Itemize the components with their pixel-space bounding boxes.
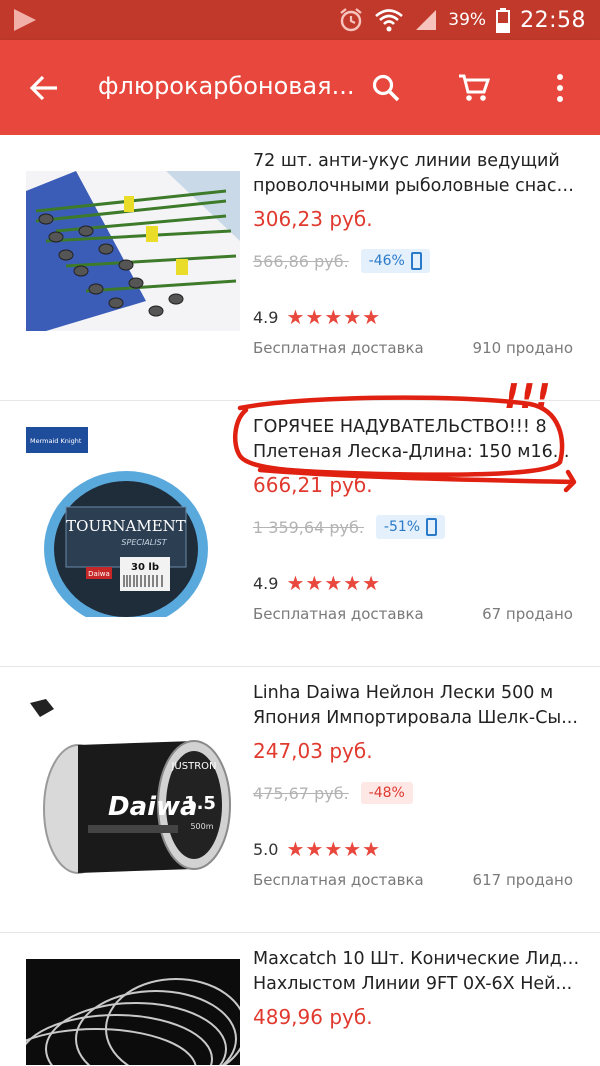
shipping-row: Бесплатная доставка 67 продано	[253, 605, 573, 623]
title-line: Плетеная Леска-Длина: 150 м16...	[253, 442, 570, 462]
phone-icon	[410, 252, 422, 270]
discount-percent: -51%	[383, 519, 421, 535]
status-icons: 39% 22:58	[338, 0, 586, 40]
play-store-notification-icon	[14, 9, 36, 31]
product-card[interactable]: Mermaid Knight TOURNAMENT SPECIALIST 30 …	[0, 401, 600, 667]
brand-logo-text: Mermaid Knight	[30, 437, 82, 445]
product-price: 666,21 руб.	[253, 473, 373, 497]
title-line: ГОРЯЧЕЕ НАДУВАТЕЛЬСТВО!!! 8	[253, 417, 547, 437]
discount-percent: -46%	[368, 253, 405, 269]
stars-icon: ★★★★★	[286, 571, 382, 595]
rating-row: 4.9 ★★★★★	[253, 571, 583, 595]
product-info: Maxcatch 10 Шт. Конические Лидер Нахлыст…	[253, 947, 583, 1033]
free-shipping-label: Бесплатная доставка	[253, 339, 424, 357]
old-price: 475,67 руб.	[253, 783, 349, 803]
rating-row: 4.9 ★★★★★	[253, 305, 583, 329]
overflow-menu-button[interactable]	[536, 64, 584, 112]
wifi-icon	[375, 9, 404, 32]
rating-value: 4.9	[253, 307, 279, 327]
stars-icon: ★★★★★	[286, 305, 382, 329]
battery-icon	[496, 8, 511, 33]
search-icon	[372, 74, 400, 102]
status-bar: 39% 22:58	[0, 0, 600, 40]
sold-count: 67 продано	[482, 605, 573, 623]
product-price: 306,23 руб.	[253, 207, 373, 231]
more-vertical-icon	[557, 74, 563, 102]
shipping-row: Бесплатная доставка 910 продано	[253, 339, 573, 357]
product-card[interactable]: Maxcatch 10 Шт. Конические Лидер Нахлыст…	[0, 933, 600, 1065]
product-price: 489,96 руб.	[253, 1005, 373, 1029]
spool-maker-text: Daiwa	[88, 570, 110, 578]
title-line: Maxcatch 10 Шт. Конические Лидер	[253, 949, 583, 969]
spool-lb-text: 30 lb	[131, 562, 159, 573]
product-title[interactable]: ГОРЯЧЕЕ НАДУВАТЕЛЬСТВО!!! 8 Плетеная Лес…	[253, 415, 583, 465]
phone-icon	[426, 518, 438, 536]
sold-count: 617 продано	[472, 871, 573, 889]
title-line: проволочными рыболовные снаст...	[253, 176, 583, 196]
product-title[interactable]: Linha Daiwa Нейлон Лески 500 м Япония Им…	[253, 681, 583, 731]
stars-icon: ★★★★★	[286, 837, 382, 861]
spool-sub-text: SPECIALIST	[121, 538, 167, 547]
product-title[interactable]: Maxcatch 10 Шт. Конические Лидер Нахлыст…	[253, 947, 583, 997]
free-shipping-label: Бесплатная доставка	[253, 605, 424, 623]
sold-count: 910 продано	[472, 339, 573, 357]
rating-value: 4.9	[253, 573, 279, 593]
old-price-row: 475,67 руб. -48%	[253, 779, 583, 807]
product-title[interactable]: 72 шт. анти-укус линии ведущий проволочн…	[253, 149, 583, 199]
shipping-row: Бесплатная доставка 617 продано	[253, 871, 573, 889]
product-info: Linha Daiwa Нейлон Лески 500 м Япония Им…	[253, 681, 583, 889]
battery-percent: 39%	[448, 10, 487, 30]
product-image-braided-line[interactable]: Mermaid Knight TOURNAMENT SPECIALIST 30 …	[26, 427, 240, 617]
product-image-tapered-leaders[interactable]	[26, 959, 240, 1065]
rating-row: 5.0 ★★★★★	[253, 837, 583, 861]
product-card[interactable]: Daiwa JUSTRON 1.5 500m Linha Daiwa Нейло…	[0, 667, 600, 933]
search-query[interactable]: флюрокарбоновая...	[98, 72, 354, 100]
arrow-left-icon	[29, 75, 57, 101]
cart-button[interactable]	[450, 64, 498, 112]
search-button[interactable]	[362, 64, 410, 112]
app-bar: флюрокарбоновая...	[0, 40, 600, 135]
alarm-icon	[340, 8, 363, 32]
title-line: Нахлыстом Линии 9FT 0X-6X Ней...	[253, 974, 573, 994]
old-price-row: 566,86 руб. -46%	[253, 247, 583, 275]
spool-brand-text: TOURNAMENT	[66, 517, 186, 535]
discount-badge: -48%	[360, 782, 413, 804]
old-price-row: 1 359,64 руб. -51%	[253, 513, 583, 541]
product-info: ГОРЯЧЕЕ НАДУВАТЕЛЬСТВО!!! 8 Плетеная Лес…	[253, 415, 583, 623]
title-line: 72 шт. анти-укус линии ведущий	[253, 151, 560, 171]
cart-icon	[459, 74, 490, 101]
spool-length-text: 500m	[190, 822, 213, 831]
discount-percent: -48%	[368, 785, 405, 801]
rating-value: 5.0	[253, 839, 279, 859]
title-line: Япония Импортировала Шелк-Сы...	[253, 708, 578, 728]
product-list: 72 шт. анти-укус линии ведущий проволочн…	[0, 135, 600, 1065]
old-price: 1 359,64 руб.	[253, 517, 364, 537]
old-price: 566,86 руб.	[253, 251, 349, 271]
product-price: 247,03 руб.	[253, 739, 373, 763]
mobile-discount-badge: -46%	[360, 249, 430, 273]
product-card[interactable]: 72 шт. анти-укус линии ведущий проволочн…	[0, 135, 600, 401]
product-info: 72 шт. анти-укус линии ведущий проволочн…	[253, 149, 583, 357]
free-shipping-label: Бесплатная доставка	[253, 871, 424, 889]
product-image-daiwa-nylon[interactable]: Daiwa JUSTRON 1.5 500m	[26, 697, 240, 887]
spool-label-text: JUSTRON	[170, 761, 216, 772]
clock: 22:58	[520, 7, 586, 33]
mobile-discount-badge: -51%	[375, 515, 446, 539]
signal-icon	[416, 10, 437, 30]
product-image-leader-wires[interactable]	[26, 171, 240, 331]
spool-size-text: 1.5	[184, 793, 216, 814]
back-button[interactable]	[22, 66, 66, 110]
title-line: Linha Daiwa Нейлон Лески 500 м	[253, 683, 554, 703]
